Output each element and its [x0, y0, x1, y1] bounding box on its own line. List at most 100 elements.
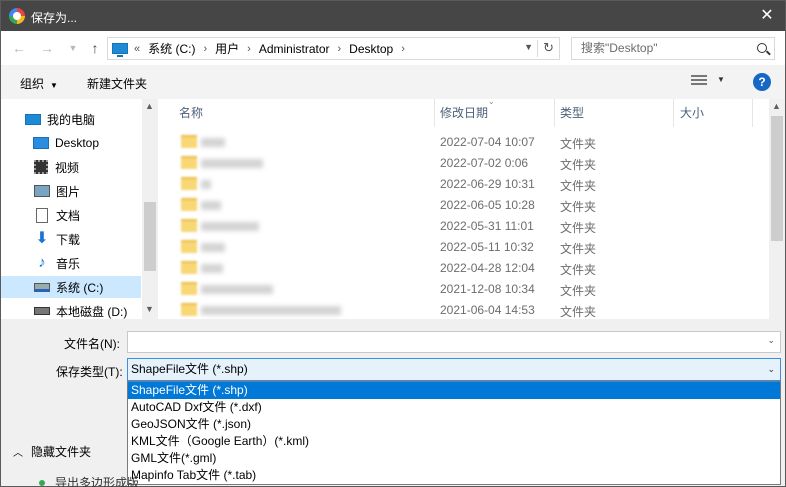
- nav-item-label: 文档: [56, 208, 81, 223]
- background-item-label: 导出多边形成版: [55, 476, 140, 487]
- breadcrumb-chevron-icon[interactable]: ›: [401, 43, 405, 55]
- nav-item-videos[interactable]: 视频: [1, 156, 141, 178]
- type-cell: 文件夹: [560, 305, 597, 319]
- column-divider[interactable]: [752, 99, 753, 127]
- filetype-option-shp[interactable]: ShapeFile文件 (*.shp): [128, 382, 780, 399]
- address-dropdown-chevron-icon[interactable]: ▼: [524, 42, 533, 52]
- chevron-down-icon[interactable]: ▼: [717, 75, 725, 84]
- chevron-up-icon[interactable]: ▲: [772, 101, 781, 111]
- table-row[interactable]: 2022-05-31 11:01 文件夹: [159, 216, 769, 237]
- breadcrumb-chevron-icon[interactable]: ›: [247, 43, 251, 55]
- sort-chevron-icon: ⌄: [488, 99, 495, 106]
- column-divider[interactable]: [554, 99, 555, 127]
- filetype-select[interactable]: ShapeFile文件 (*.shp) ⌄: [127, 358, 781, 381]
- up-arrow-icon[interactable]: ↑: [87, 40, 103, 56]
- chevron-down-icon[interactable]: ⌄: [767, 335, 775, 346]
- organize-label: 组织: [20, 77, 45, 91]
- column-header-type[interactable]: 类型: [560, 99, 584, 127]
- breadcrumb-overflow[interactable]: «: [134, 43, 140, 55]
- table-row[interactable]: 2022-07-04 10:07 文件夹: [159, 132, 769, 153]
- forward-arrow-icon[interactable]: →: [39, 40, 55, 56]
- table-row[interactable]: 2022-04-28 12:04 文件夹: [159, 258, 769, 279]
- folder-icon: [181, 303, 197, 316]
- column-header-size[interactable]: 大小: [680, 99, 704, 127]
- nav-item-downloads[interactable]: ⬇ 下载: [1, 228, 141, 250]
- navigation-scrollbar[interactable]: ▲ ▼: [142, 99, 158, 319]
- nav-item-label: 视频: [55, 160, 80, 175]
- type-cell: 文件夹: [560, 179, 597, 193]
- date-cell: 2021-06-04 14:53: [440, 303, 535, 317]
- desktop-icon: [33, 137, 49, 149]
- view-options-icon[interactable]: [691, 75, 707, 87]
- folder-icon: [181, 156, 197, 169]
- blurred-file-name: [201, 264, 223, 273]
- type-cell: 文件夹: [560, 242, 597, 256]
- search-input[interactable]: 搜索"Desktop": [571, 37, 775, 60]
- drive-icon: [34, 282, 50, 292]
- column-divider[interactable]: [673, 99, 674, 127]
- nav-item-documents[interactable]: 文档: [1, 204, 141, 226]
- command-toolbar: 组织 ▼ 新建文件夹 ▼ ?: [1, 65, 785, 99]
- table-row[interactable]: 2021-06-04 14:53 文件夹: [159, 300, 769, 319]
- scrollbar-thumb[interactable]: [771, 116, 783, 241]
- nav-item-music[interactable]: ♪ 音乐: [1, 252, 141, 274]
- disk-icon: [34, 307, 50, 315]
- nav-item-drive-c[interactable]: 系统 (C:): [1, 276, 141, 298]
- refresh-icon[interactable]: ↻: [543, 40, 554, 56]
- chevron-up-icon[interactable]: ▲: [145, 101, 154, 111]
- chevron-down-icon[interactable]: ▼: [145, 304, 154, 314]
- search-icon[interactable]: [757, 43, 767, 53]
- filetype-option-dxf[interactable]: AutoCAD Dxf文件 (*.dxf): [128, 399, 780, 416]
- date-cell: 2022-07-04 10:07: [440, 135, 535, 149]
- column-divider[interactable]: [434, 99, 435, 127]
- address-bar[interactable]: « 系统 (C:) › 用户 › Administrator › Desktop…: [107, 37, 560, 60]
- new-folder-button[interactable]: 新建文件夹: [87, 75, 147, 92]
- table-row[interactable]: 2022-05-11 10:32 文件夹: [159, 237, 769, 258]
- folder-icon: [181, 240, 197, 253]
- breadcrumb-chevron-icon[interactable]: ›: [338, 43, 342, 55]
- nav-item-my-computer[interactable]: 我的电脑: [1, 108, 141, 130]
- folder-icon: [181, 177, 197, 190]
- nav-item-pictures[interactable]: 图片: [1, 180, 141, 202]
- table-row[interactable]: 2022-06-29 10:31 文件夹: [159, 174, 769, 195]
- recent-locations-chevron-icon[interactable]: ▼: [65, 40, 81, 56]
- breadcrumb-drive[interactable]: 系统 (C:): [148, 40, 195, 57]
- filetype-option-tab[interactable]: Mapinfo Tab文件 (*.tab): [128, 467, 780, 484]
- table-row[interactable]: 2021-12-08 10:34 文件夹: [159, 279, 769, 300]
- help-icon[interactable]: ?: [753, 73, 771, 91]
- filetype-option-gml[interactable]: GML文件(*.gml): [128, 450, 780, 467]
- organize-button[interactable]: 组织 ▼: [20, 75, 58, 92]
- nav-item-disk-d[interactable]: 本地磁盘 (D:): [1, 300, 141, 319]
- type-cell: 文件夹: [560, 158, 597, 172]
- date-cell: 2022-07-02 0:06: [440, 156, 529, 170]
- nav-item-desktop[interactable]: Desktop: [1, 132, 141, 154]
- breadcrumb-administrator[interactable]: Administrator: [259, 42, 330, 56]
- blurred-file-name: [201, 180, 211, 189]
- chevron-up-icon: ︿: [13, 448, 23, 459]
- computer-icon: [112, 43, 128, 57]
- filetype-option-kml[interactable]: KML文件（Google Earth）(*.kml): [128, 433, 780, 450]
- date-cell: 2022-05-11 10:32: [440, 240, 534, 254]
- close-icon[interactable]: ✕: [757, 6, 777, 26]
- back-arrow-icon[interactable]: ←: [11, 40, 27, 56]
- breadcrumb-chevron-icon[interactable]: ›: [203, 43, 207, 55]
- date-cell: 2022-05-31 11:01: [440, 219, 534, 233]
- download-icon: ⬇: [35, 230, 49, 247]
- table-row[interactable]: 2022-07-02 0:06 文件夹: [159, 153, 769, 174]
- chevron-down-icon[interactable]: ⌄: [767, 359, 775, 380]
- table-row[interactable]: 2022-06-05 10:28 文件夹: [159, 195, 769, 216]
- type-cell: 文件夹: [560, 221, 597, 235]
- breadcrumb-users[interactable]: 用户: [215, 40, 239, 57]
- filetype-label: 保存类型(T):: [56, 365, 123, 379]
- filetype-option-json[interactable]: GeoJSON文件 (*.json): [128, 416, 780, 433]
- breadcrumb-desktop[interactable]: Desktop: [349, 42, 393, 56]
- filename-input[interactable]: ⌄: [127, 331, 781, 353]
- column-header-name[interactable]: 名称: [179, 99, 203, 127]
- hide-folders-button[interactable]: ︿ 隐藏文件夹: [13, 443, 91, 460]
- column-header-date[interactable]: 修改日期: [440, 99, 488, 127]
- type-cell: 文件夹: [560, 200, 597, 214]
- navigation-pane: 我的电脑 Desktop 视频 图片 文档 ⬇ 下载 ♪ 音乐 系统 (C:): [1, 99, 158, 319]
- file-list-scrollbar[interactable]: ▲: [769, 99, 785, 319]
- status-dot-icon: [39, 480, 45, 486]
- scrollbar-thumb[interactable]: [144, 202, 156, 271]
